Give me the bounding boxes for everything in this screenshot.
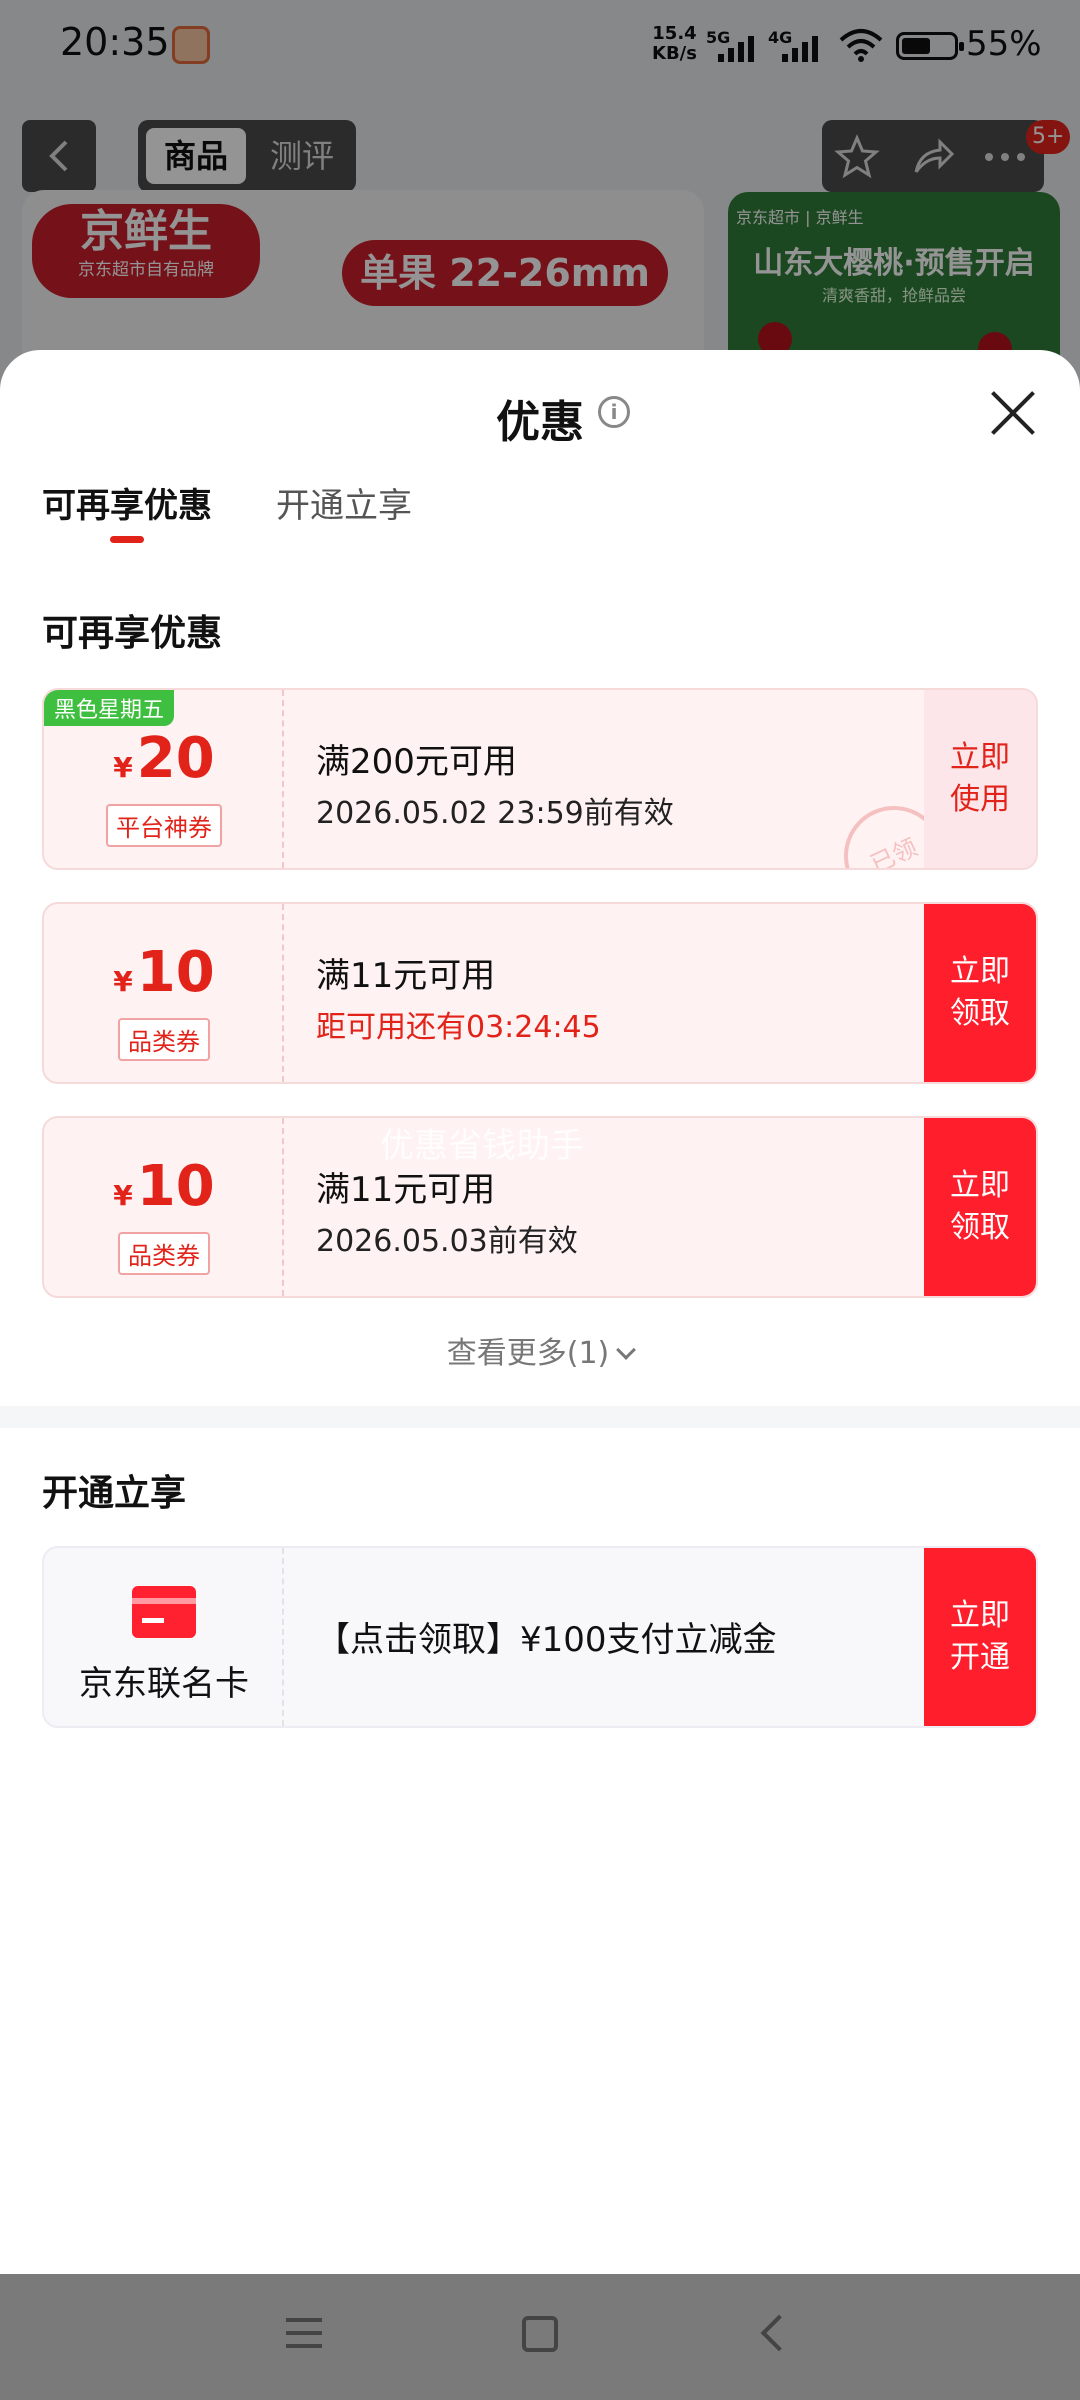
activate-button[interactable]: 立即开通 <box>924 1548 1036 1726</box>
menu-icon[interactable] <box>286 2318 322 2348</box>
claim-button[interactable]: 立即领取 <box>924 1118 1036 1296</box>
tab-available-discounts[interactable]: 可再享优惠 <box>42 478 212 527</box>
coupon-value: ¥10 品类券 <box>44 1118 284 1296</box>
tab-indicator <box>110 536 144 543</box>
coupon-validity: 2026.05.02 23:59前有效 <box>316 796 674 831</box>
coupon-amount: 10 <box>136 940 215 1005</box>
coupon-countdown: 距可用还有03:24:45 <box>316 1010 601 1045</box>
see-more-link[interactable]: 查看更多(1) <box>0 1328 1080 1372</box>
system-nav-bar <box>0 2274 1080 2400</box>
section-title-available: 可再享优惠 <box>42 613 223 654</box>
coupon-type: 品类券 <box>118 1018 210 1061</box>
card-offer-description: 【点击领取】¥100支付立减金 <box>316 1620 777 1660</box>
coupon-condition: 满11元可用 <box>316 956 496 996</box>
home-icon[interactable] <box>522 2316 558 2352</box>
chevron-down-icon <box>616 1340 637 1360</box>
coupon-condition: 满200元可用 <box>316 742 517 782</box>
watermark-text: 优惠省钱助手 <box>380 1126 584 1166</box>
info-icon[interactable]: i <box>598 396 630 428</box>
coupon-value: ¥10 品类券 <box>44 904 284 1082</box>
coupon-amount: 20 <box>136 726 215 791</box>
coupon-tag: 黑色星期五 <box>44 690 175 726</box>
card-name: 京东联名卡 <box>79 1664 249 1704</box>
back-icon[interactable] <box>760 2314 798 2352</box>
coupon-card: ¥10 品类券 满11元可用 距可用还有03:24:45 立即领取 <box>42 902 1038 1084</box>
discount-sheet: 优惠 i 可再享优惠 开通立享 可再享优惠 ¥20 平台神券 黑色星期五 满20… <box>0 350 1080 2274</box>
coupon-validity: 2026.05.03前有效 <box>316 1224 578 1259</box>
section-divider <box>0 1406 1080 1428</box>
credit-card-icon <box>132 1586 196 1638</box>
claim-button[interactable]: 立即领取 <box>924 904 1036 1082</box>
coupon-type: 品类券 <box>118 1232 210 1275</box>
use-now-button[interactable]: 立即使用 <box>924 690 1036 868</box>
coupon-amount: 10 <box>136 1154 215 1219</box>
coupon-condition: 满11元可用 <box>316 1170 496 1210</box>
coupon-type: 平台神券 <box>106 804 222 847</box>
coupon-card: ¥20 平台神券 黑色星期五 满200元可用 2026.05.02 23:59前… <box>42 688 1038 870</box>
sheet-title: 优惠 <box>496 397 584 448</box>
section-title-activate: 开通立享 <box>42 1473 187 1514</box>
co-branded-card-offer: 京东联名卡 【点击领取】¥100支付立减金 立即开通 <box>42 1546 1038 1728</box>
close-icon[interactable] <box>988 388 1038 438</box>
tab-activate-offers[interactable]: 开通立享 <box>276 478 412 527</box>
